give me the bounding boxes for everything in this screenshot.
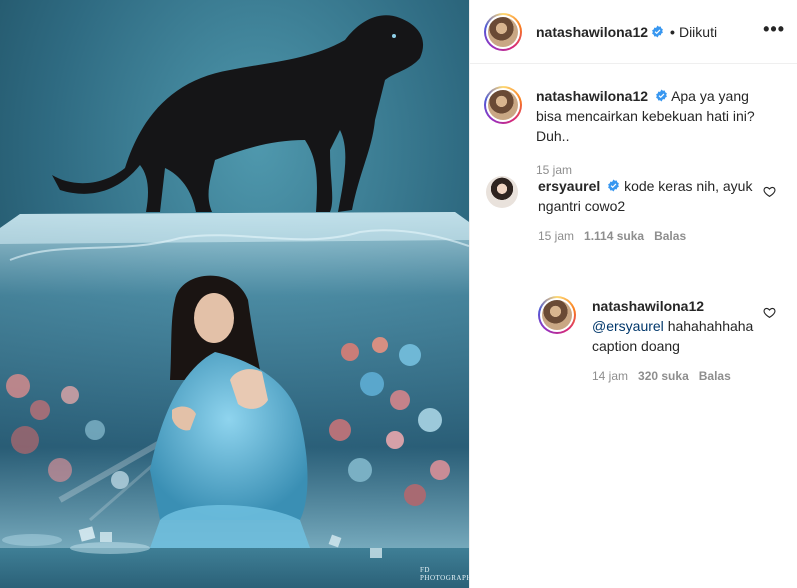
comment-username[interactable]: ersyaurel [538,178,600,194]
following-button[interactable]: Diikuti [679,24,717,40]
like-heart-icon[interactable] [763,306,776,319]
more-horizontal-icon[interactable]: ••• [763,20,785,38]
author-username[interactable]: natashawilona12 [536,24,648,40]
caption-username[interactable]: natashawilona12 [536,88,648,104]
verified-badge-icon [652,25,663,38]
comment-item: ersyaurel kode keras nih, ayuk ngantri c… [484,176,774,246]
caption-avatar[interactable] [484,86,522,124]
reply-button[interactable]: Balas [699,366,731,386]
post-photo[interactable]: FD PHOTOGRAPHY [0,0,469,588]
reply-timestamp[interactable]: 14 jam [592,366,628,386]
photographer-watermark: FD PHOTOGRAPHY [420,566,469,582]
comment-timestamp[interactable]: 15 jam [538,226,574,246]
reply-comment-item: natashawilona12 @ersyaurel hahahahhaha c… [538,296,768,386]
post-header: natashawilona12 • Diikuti ••• [470,0,797,64]
reply-button[interactable]: Balas [654,226,686,246]
reply-author-avatar[interactable] [538,296,576,334]
verified-badge-icon [656,89,667,102]
instagram-post-view: FD PHOTOGRAPHY natashawilona12 • Diikuti… [0,0,797,588]
like-heart-icon[interactable] [763,185,776,198]
verified-badge-icon [608,179,620,192]
comment-like-count[interactable]: 1.114 suka [584,226,644,246]
reply-mention-link[interactable]: @ersyaurel [592,318,664,334]
header-separator: • [670,23,675,40]
floor-surface [0,548,469,588]
photo-illustration [0,0,469,588]
commenter-avatar[interactable] [486,176,518,208]
reply-like-count[interactable]: 320 suka [638,366,689,386]
author-avatar[interactable] [484,12,522,51]
reply-username[interactable]: natashawilona12 [592,298,704,314]
post-side-panel: natashawilona12 • Diikuti ••• natashawil… [469,0,797,588]
post-caption: natashawilona12 Apa ya yang bisa mencair… [484,86,784,180]
